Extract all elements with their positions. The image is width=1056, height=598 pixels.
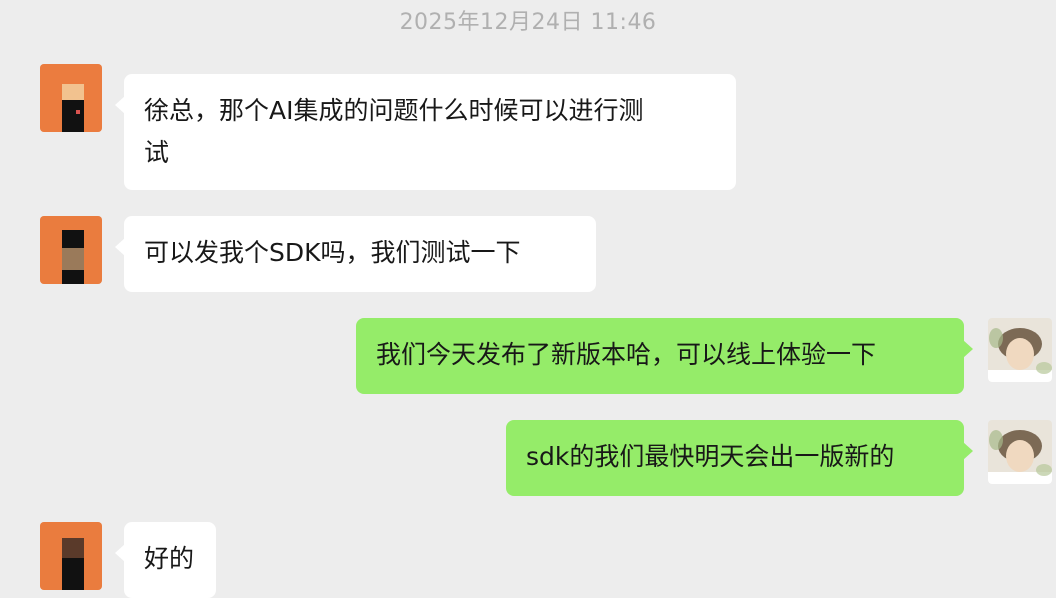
contact-avatar-image	[40, 522, 102, 590]
message-text: 可以发我个SDK吗，我们测试一下	[144, 238, 521, 267]
self-avatar[interactable]	[988, 318, 1052, 382]
contact-avatar-image	[40, 216, 102, 284]
message-text: sdk的我们最快明天会出一版新的	[526, 442, 895, 471]
message-bubble-outgoing[interactable]: sdk的我们最快明天会出一版新的	[506, 420, 973, 496]
message-text: 徐总，那个AI集成的问题什么时候可以进行测 试	[144, 96, 644, 167]
message-text: 我们今天发布了新版本哈，可以线上体验一下	[376, 340, 877, 369]
self-avatar[interactable]	[988, 420, 1052, 484]
message-bubble-incoming[interactable]: 徐总，那个AI集成的问题什么时候可以进行测 试	[115, 74, 736, 190]
contact-avatar[interactable]	[40, 216, 102, 284]
contact-avatar[interactable]	[40, 522, 102, 590]
self-avatar-image	[988, 318, 1052, 382]
self-avatar-image	[988, 420, 1052, 484]
message-bubble-outgoing[interactable]: 我们今天发布了新版本哈，可以线上体验一下	[356, 318, 973, 394]
message-timestamp: 2025年12月24日 11:46	[399, 10, 657, 35]
contact-avatar[interactable]	[40, 64, 102, 132]
message-bubble-incoming[interactable]: 好的	[115, 522, 216, 598]
message-bubble-incoming[interactable]: 可以发我个SDK吗，我们测试一下	[115, 216, 596, 292]
contact-avatar-image	[40, 64, 102, 132]
message-text: 好的	[144, 544, 195, 573]
